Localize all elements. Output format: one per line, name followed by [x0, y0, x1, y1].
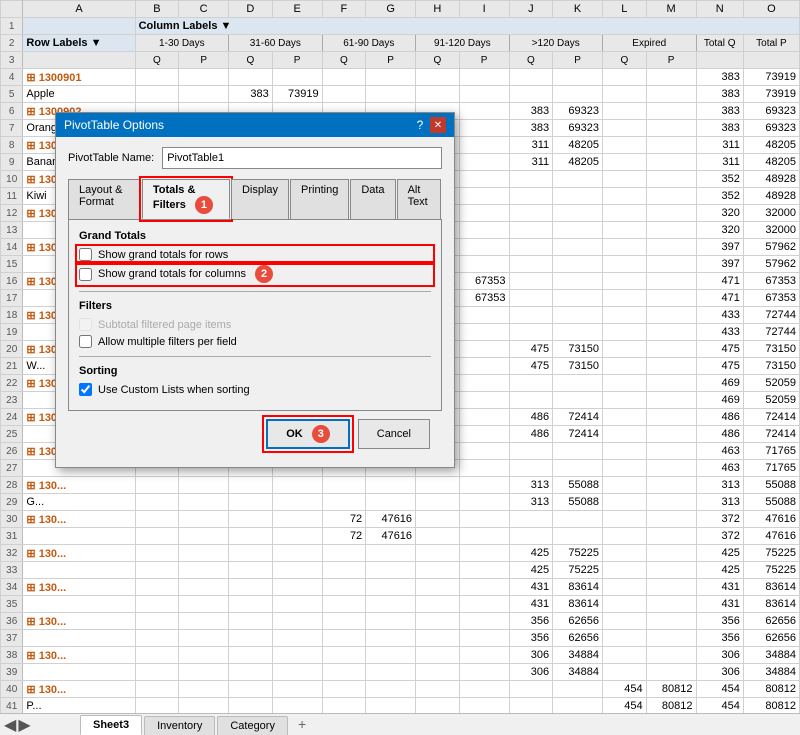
dialog-footer: OK 3 Cancel: [68, 411, 442, 457]
dialog-overlay: PivotTable Options ? ✕ PivotTable Name: …: [0, 0, 800, 735]
dialog-titlebar: PivotTable Options ? ✕: [56, 113, 454, 137]
dialog-body: PivotTable Name: Layout & Format Totals …: [56, 137, 454, 467]
dialog-help-button[interactable]: ?: [412, 117, 428, 133]
dialog-title: PivotTable Options: [64, 118, 164, 132]
subtotal-filtered-row: Subtotal filtered page items: [79, 318, 431, 331]
custom-lists-label: Use Custom Lists when sorting: [98, 384, 250, 396]
name-row: PivotTable Name:: [68, 147, 442, 169]
show-grand-totals-cols-label: Show grand totals for columns 2: [98, 265, 273, 283]
grand-totals-section-title: Grand Totals: [79, 230, 431, 242]
name-label: PivotTable Name:: [68, 152, 154, 164]
tab-totals-filters[interactable]: Totals & Filters 1: [142, 179, 230, 219]
ok-button[interactable]: OK 3: [266, 419, 350, 449]
allow-multiple-filters-row: Allow multiple filters per field: [79, 335, 431, 348]
custom-lists-row: Use Custom Lists when sorting: [79, 383, 431, 396]
allow-multiple-filters-checkbox[interactable]: [79, 335, 92, 348]
show-grand-totals-rows-checkbox[interactable]: [79, 248, 92, 261]
dialog-tabs: Layout & Format Totals & Filters 1 Displ…: [68, 179, 442, 219]
dialog-close-button[interactable]: ✕: [430, 117, 446, 133]
dialog-titlebar-buttons: ? ✕: [412, 117, 446, 133]
badge1: 1: [195, 196, 213, 214]
badge2: 2: [255, 265, 273, 283]
spreadsheet-area: A B C D E F G H I J K L M N O 1 Column L…: [0, 0, 800, 735]
sorting-section-title: Sorting: [79, 365, 431, 377]
dialog-content-area: Grand Totals Show grand totals for rows …: [68, 219, 442, 411]
tab-display[interactable]: Display: [231, 179, 289, 219]
tab-alt-text[interactable]: Alt Text: [397, 179, 441, 219]
show-grand-totals-rows-row: Show grand totals for rows: [79, 248, 431, 261]
allow-multiple-filters-label: Allow multiple filters per field: [98, 336, 237, 348]
pivot-name-input[interactable]: [162, 147, 442, 169]
subtotal-filtered-label: Subtotal filtered page items: [98, 319, 231, 331]
custom-lists-checkbox[interactable]: [79, 383, 92, 396]
cancel-button[interactable]: Cancel: [358, 419, 430, 449]
badge3: 3: [312, 425, 330, 443]
show-grand-totals-rows-label: Show grand totals for rows: [98, 249, 228, 261]
show-grand-totals-cols-checkbox[interactable]: [79, 268, 92, 281]
show-grand-totals-cols-row: Show grand totals for columns 2: [79, 265, 431, 283]
tab-data[interactable]: Data: [350, 179, 395, 219]
pivot-table-options-dialog: PivotTable Options ? ✕ PivotTable Name: …: [55, 112, 455, 468]
tab-printing[interactable]: Printing: [290, 179, 349, 219]
tab-layout-format[interactable]: Layout & Format: [68, 179, 141, 219]
filters-section-title: Filters: [79, 300, 431, 312]
subtotal-filtered-checkbox[interactable]: [79, 318, 92, 331]
